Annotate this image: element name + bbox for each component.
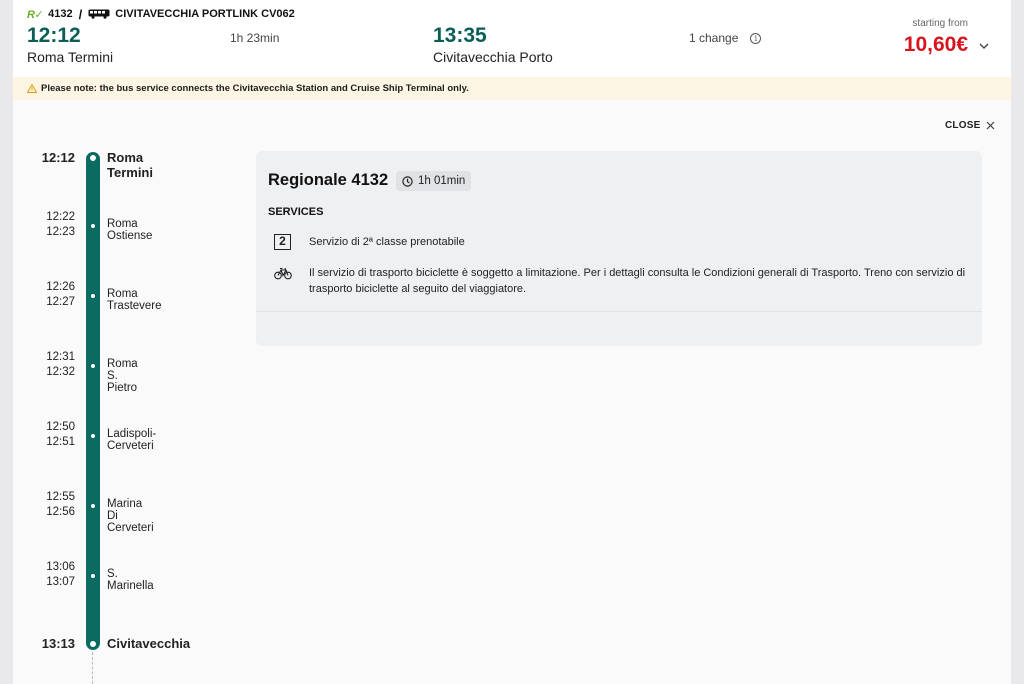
info-icon[interactable]: i	[750, 32, 762, 44]
stop-arrival-time: 12:50	[46, 421, 75, 433]
stop-departure-time: 13:07	[46, 576, 75, 588]
stop-name: Roma Termini	[107, 150, 153, 180]
chevron-down-icon[interactable]	[979, 41, 989, 51]
stop-times: 12:50 12:51	[25, 420, 75, 450]
stop-times: 12:55 12:56	[25, 490, 75, 520]
stop-arrival-time: 12:22	[46, 211, 75, 223]
stop-times: 12:31 12:32	[25, 350, 75, 380]
route-continuation	[92, 652, 93, 684]
stop-name: Roma Trastevere	[107, 288, 162, 312]
stop-marker	[90, 293, 96, 299]
stop-arrival-time: 12:26	[46, 281, 75, 293]
stop-departure-time: 12:56	[46, 506, 75, 518]
stop-departure-time: 12:32	[46, 366, 75, 378]
stop-departure-time: 12:51	[46, 436, 75, 448]
stop-marker	[90, 433, 96, 439]
stop-name: Marina Di Cerveteri	[107, 498, 154, 534]
stop-times: 13:13	[25, 636, 75, 651]
stop-times: 12:26 12:27	[25, 280, 75, 310]
stop-marker	[90, 223, 96, 229]
stop-name: Roma S. Pietro	[107, 358, 138, 394]
regionale-veloce-logo: R✓	[27, 8, 44, 21]
stop-marker	[88, 639, 98, 649]
bus-icon	[88, 9, 110, 19]
stop-arrival-time: 13:06	[46, 561, 75, 573]
stop-arrival-time: 13:13	[41, 636, 75, 651]
stop-marker	[90, 363, 96, 369]
service-row: 2 Servizio di 2ª classe prenotabile	[274, 234, 969, 250]
train-info: R✓ 4132 / CIVITAVECCHIA PORTLINK CV062	[27, 6, 295, 22]
journey-header[interactable]: R✓ 4132 / CIVITAVECCHIA PORTLINK CV062 1…	[13, 0, 1011, 77]
price: 10,60€	[903, 33, 968, 56]
close-button[interactable]: CLOSE	[945, 120, 995, 131]
stop-departure-time: 12:23	[46, 226, 75, 238]
stop-times: 12:22 12:23	[25, 210, 75, 240]
service-text: Il servizio di trasporto biciclette è so…	[309, 267, 966, 295]
card-divider	[256, 311, 982, 312]
clock-icon	[402, 175, 413, 187]
stop-name: Ladispoli-Cerveteri	[107, 428, 157, 452]
departure-time: 12:12	[27, 24, 81, 47]
second-class-icon: 2	[274, 234, 291, 250]
arrival-time: 13:35	[433, 24, 487, 47]
bicycle-icon	[274, 267, 292, 280]
arrival-station: Civitavecchia Porto	[433, 49, 553, 65]
close-label: CLOSE	[945, 120, 981, 131]
train-number: 4132	[48, 8, 73, 20]
journey-duration: 1h 23min	[230, 31, 280, 45]
service-row: Il servizio di trasporto biciclette è so…	[274, 265, 969, 297]
stop-departure-time: 12:27	[46, 296, 75, 308]
starting-from-label: starting from	[912, 18, 968, 29]
separator: /	[78, 6, 83, 22]
journey-detail-panel: R✓ 4132 / CIVITAVECCHIA PORTLINK CV062 1…	[13, 0, 1011, 684]
services-heading: SERVICES	[268, 206, 324, 218]
train-title: Regionale 4132	[268, 171, 389, 189]
service-text: Servizio di 2ª classe prenotabile	[309, 236, 465, 248]
stop-marker	[90, 573, 96, 579]
stop-name: Roma Ostiense	[107, 218, 153, 242]
bus-service-label: CIVITAVECCHIA PORTLINK CV062	[115, 8, 295, 20]
warning-icon	[27, 84, 37, 93]
close-icon	[987, 121, 995, 130]
segment-duration: 1h 01min	[418, 175, 466, 187]
stop-arrival-time: 12:55	[46, 491, 75, 503]
stop-marker	[90, 503, 96, 509]
departure-station: Roma Termini	[27, 49, 114, 65]
changes-info: 1 change i	[689, 31, 762, 45]
bus-notice-banner: Please note: the bus service connects th…	[13, 77, 1011, 100]
stop-arrival-time: 12:31	[46, 351, 75, 363]
train-detail-card: Regionale 4132 1h 01min SERVICES 2 Servi…	[256, 151, 982, 346]
segment-duration-badge: 1h 01min	[396, 171, 472, 191]
stop-name: Civitavecchia	[107, 636, 191, 651]
stop-times: 12:12	[25, 150, 75, 165]
stop-name: S. Marinella	[107, 568, 154, 592]
changes-count: 1 change	[689, 31, 739, 45]
stop-times: 13:06 13:07	[25, 560, 75, 590]
stop-marker	[88, 153, 98, 163]
stop-arrival-time: 12:12	[41, 150, 75, 165]
notice-text: Please note: the bus service connects th…	[41, 83, 469, 94]
